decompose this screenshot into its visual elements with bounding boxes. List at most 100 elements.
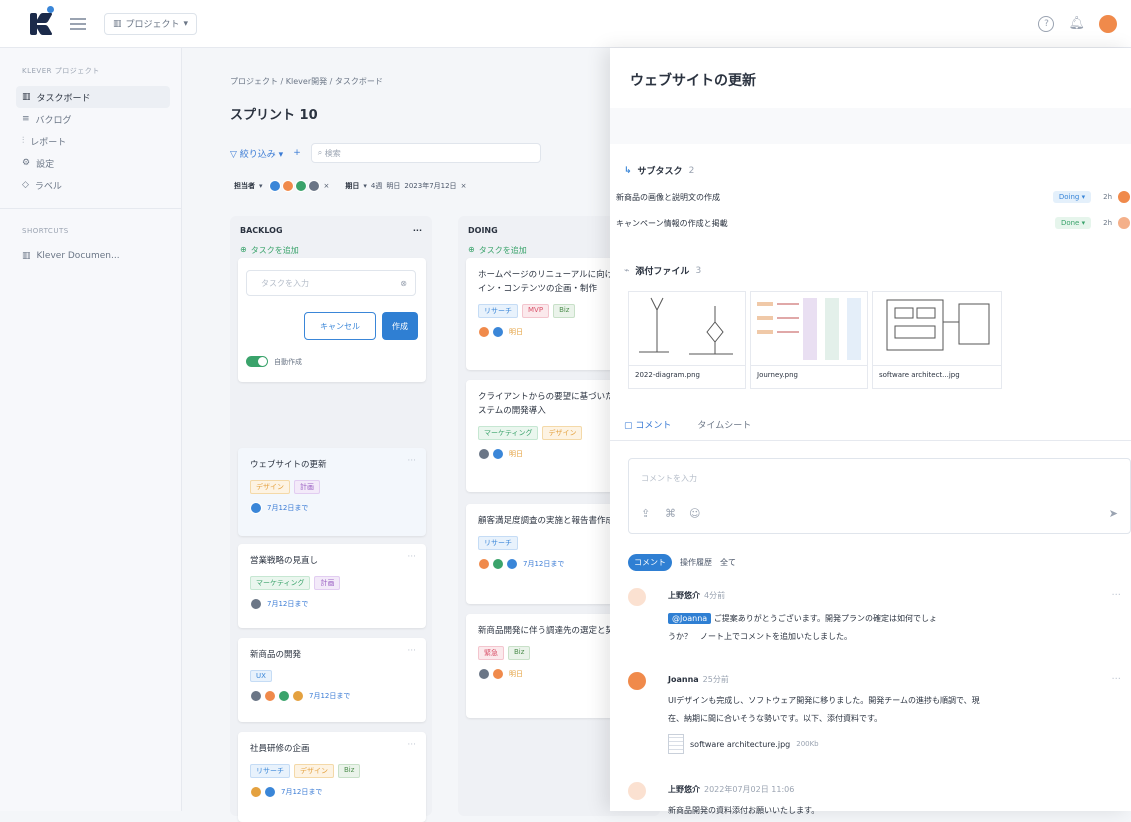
create-button[interactable]: 作成 <box>382 312 418 340</box>
avatar <box>307 180 320 192</box>
close-icon[interactable]: × <box>324 182 330 190</box>
avatar <box>250 786 262 798</box>
new-task-form: タスクを入力 ⊗ キャンセル 作成 自動作成 <box>238 258 426 382</box>
avatar <box>478 558 490 570</box>
bell-icon[interactable]: 🔔︎ <box>1068 16 1085 31</box>
comment-input[interactable]: コメントを入力 ⇪ ⌘ ☺ ➤ <box>628 458 1131 534</box>
sidebar-header: KLEVER プロジェクト <box>22 67 100 75</box>
more-icon[interactable]: ··· <box>1111 590 1121 601</box>
more-icon[interactable]: ··· <box>407 646 416 656</box>
avatar <box>506 558 518 570</box>
klever-logo[interactable] <box>28 5 56 38</box>
task-card[interactable]: 新商品の開発 ··· UX 7月12日まで <box>238 638 426 722</box>
architecture-preview <box>873 292 1001 366</box>
task-title[interactable]: ウェブサイトの更新 <box>630 70 756 90</box>
avatar <box>294 180 307 192</box>
task-card[interactable]: 社員研修の企画 ··· リサーチ デザイン Biz 7月12日まで <box>238 732 426 822</box>
attachment-thumbnail[interactable]: Journey.png <box>750 291 868 389</box>
more-icon[interactable]: ··· <box>407 552 416 562</box>
filter-tab-history[interactable]: 操作履歴 <box>680 557 712 568</box>
sidebar-item-settings[interactable]: ⚙ 設定 <box>16 152 170 174</box>
tag: リサーチ <box>478 304 518 318</box>
tag-icon: ◇ <box>22 180 29 190</box>
tag: 計画 <box>294 480 320 494</box>
status-badge[interactable]: Done ▾ <box>1054 217 1092 229</box>
link-icon[interactable]: ⌘ <box>665 507 676 520</box>
task-card[interactable]: ウェブサイトの更新 ··· デザイン 計画 7月12日まで <box>238 448 426 536</box>
avatar <box>250 502 262 514</box>
add-button[interactable]: + <box>293 148 301 158</box>
comment-item: 上野悠介 2022年07月02日 11:06 新商品開発の資料添付お願いいたします… <box>628 782 1131 815</box>
new-task-input[interactable]: タスクを入力 ⊗ <box>246 270 416 296</box>
more-icon[interactable]: ··· <box>407 456 416 466</box>
gear-icon: ⚙ <box>22 158 31 168</box>
deadline-filter-chip[interactable]: 期日 ▾ 4週 明日 2023年7月12日 × <box>341 179 470 193</box>
subtask-row[interactable]: キャンペーン情報の作成と掲載 Done ▾ 2h <box>616 212 1131 234</box>
tab-divider <box>610 440 1131 441</box>
close-icon[interactable]: × <box>461 182 467 190</box>
avatar <box>292 690 304 702</box>
more-icon[interactable]: ··· <box>407 740 416 750</box>
help-icon[interactable]: ? <box>1038 15 1055 32</box>
attached-file[interactable]: software architecture.jpg 200Kb <box>668 734 819 754</box>
tag: Biz <box>553 304 576 318</box>
more-icon[interactable]: ··· <box>413 226 422 235</box>
tag: リサーチ <box>478 536 518 550</box>
shortcut-item[interactable]: ▥ Klever Documen... <box>16 245 170 267</box>
diagram-preview <box>629 292 745 366</box>
avatar <box>628 672 646 690</box>
menu-icon[interactable] <box>70 17 86 30</box>
attachment-thumbnail[interactable]: 2022-diagram.png <box>628 291 746 389</box>
sidebar-item-taskboard[interactable]: ▥ タスクボード <box>16 86 170 108</box>
avatar <box>1117 216 1131 230</box>
sidebar-item-backlog[interactable]: ≡ バクログ <box>16 108 170 130</box>
avatar <box>281 180 294 192</box>
filter-button[interactable]: ▽ 絞り込み ▾ <box>230 147 283 160</box>
avatar <box>492 326 504 338</box>
subtask-row[interactable]: 新商品の画像と説明文の作成 Doing ▾ 2h <box>616 186 1131 208</box>
add-task-button[interactable]: ⊕ タスクを追加 <box>230 235 432 256</box>
chevron-down-icon: ▾ <box>183 18 189 29</box>
avatar <box>492 558 504 570</box>
mention-tag[interactable]: @Joanna <box>668 613 712 624</box>
attachments-header: ⌁ 添付ファイル 3 <box>624 265 702 278</box>
paperclip-icon: ⌁ <box>624 265 630 276</box>
avatar <box>268 180 281 192</box>
send-icon[interactable]: ➤ <box>1109 507 1118 520</box>
avatar <box>478 448 490 460</box>
tab-timesheet[interactable]: タイムシート <box>697 418 751 431</box>
cancel-button[interactable]: キャンセル <box>304 312 376 340</box>
tab-comments[interactable]: ▢ コメント <box>624 418 671 431</box>
clear-icon[interactable]: ⊗ <box>400 279 407 288</box>
sidebar: KLEVER プロジェクト ▥ タスクボード ≡ バクログ ⫶ レポート ⚙ 設定 ◇ ラ… <box>0 48 182 811</box>
task-card[interactable]: 営業戦略の見直し ··· マーケティング 計画 7月12日まで <box>238 544 426 628</box>
search-input[interactable]: ⌕ 検索 <box>310 143 541 163</box>
sidebar-item-labels[interactable]: ◇ ラベル <box>16 174 170 196</box>
tag: Biz <box>338 764 361 778</box>
avatar <box>250 598 262 610</box>
subtasks-header: ↳ サブタスク 2 <box>624 165 695 178</box>
tag: UX <box>250 670 272 682</box>
page-title: スプリント 10 <box>230 108 318 123</box>
project-selector[interactable]: ▥ プロジェクト ▾ <box>104 12 198 35</box>
filter-tab-all[interactable]: 全て <box>720 557 736 568</box>
assignee-filter-chip[interactable]: 担当者 ▾ × <box>230 178 333 194</box>
plus-circle-icon: ⊕ <box>240 245 247 254</box>
sidebar-item-report[interactable]: ⫶ レポート <box>16 130 170 152</box>
auto-create-toggle[interactable] <box>246 356 268 367</box>
user-avatar[interactable] <box>1099 14 1117 33</box>
top-bar: ▥ プロジェクト ▾ ? 🔔︎ <box>0 0 1131 48</box>
more-icon[interactable]: ··· <box>1111 674 1121 685</box>
avatar <box>278 690 290 702</box>
tag: Biz <box>508 646 531 660</box>
file-icon <box>668 734 684 754</box>
upload-icon[interactable]: ⇪ <box>641 507 650 520</box>
status-badge[interactable]: Doing ▾ <box>1052 191 1092 203</box>
attachment-thumbnail[interactable]: software architect...jpg <box>872 291 1002 389</box>
description-area[interactable] <box>610 108 1131 144</box>
emoji-icon[interactable]: ☺ <box>689 507 700 520</box>
avatar <box>250 690 262 702</box>
shortcuts-header: SHORTCUTS <box>22 227 69 235</box>
filter-tab-comments[interactable]: コメント <box>628 554 672 571</box>
doc-icon: ▥ <box>22 251 31 261</box>
